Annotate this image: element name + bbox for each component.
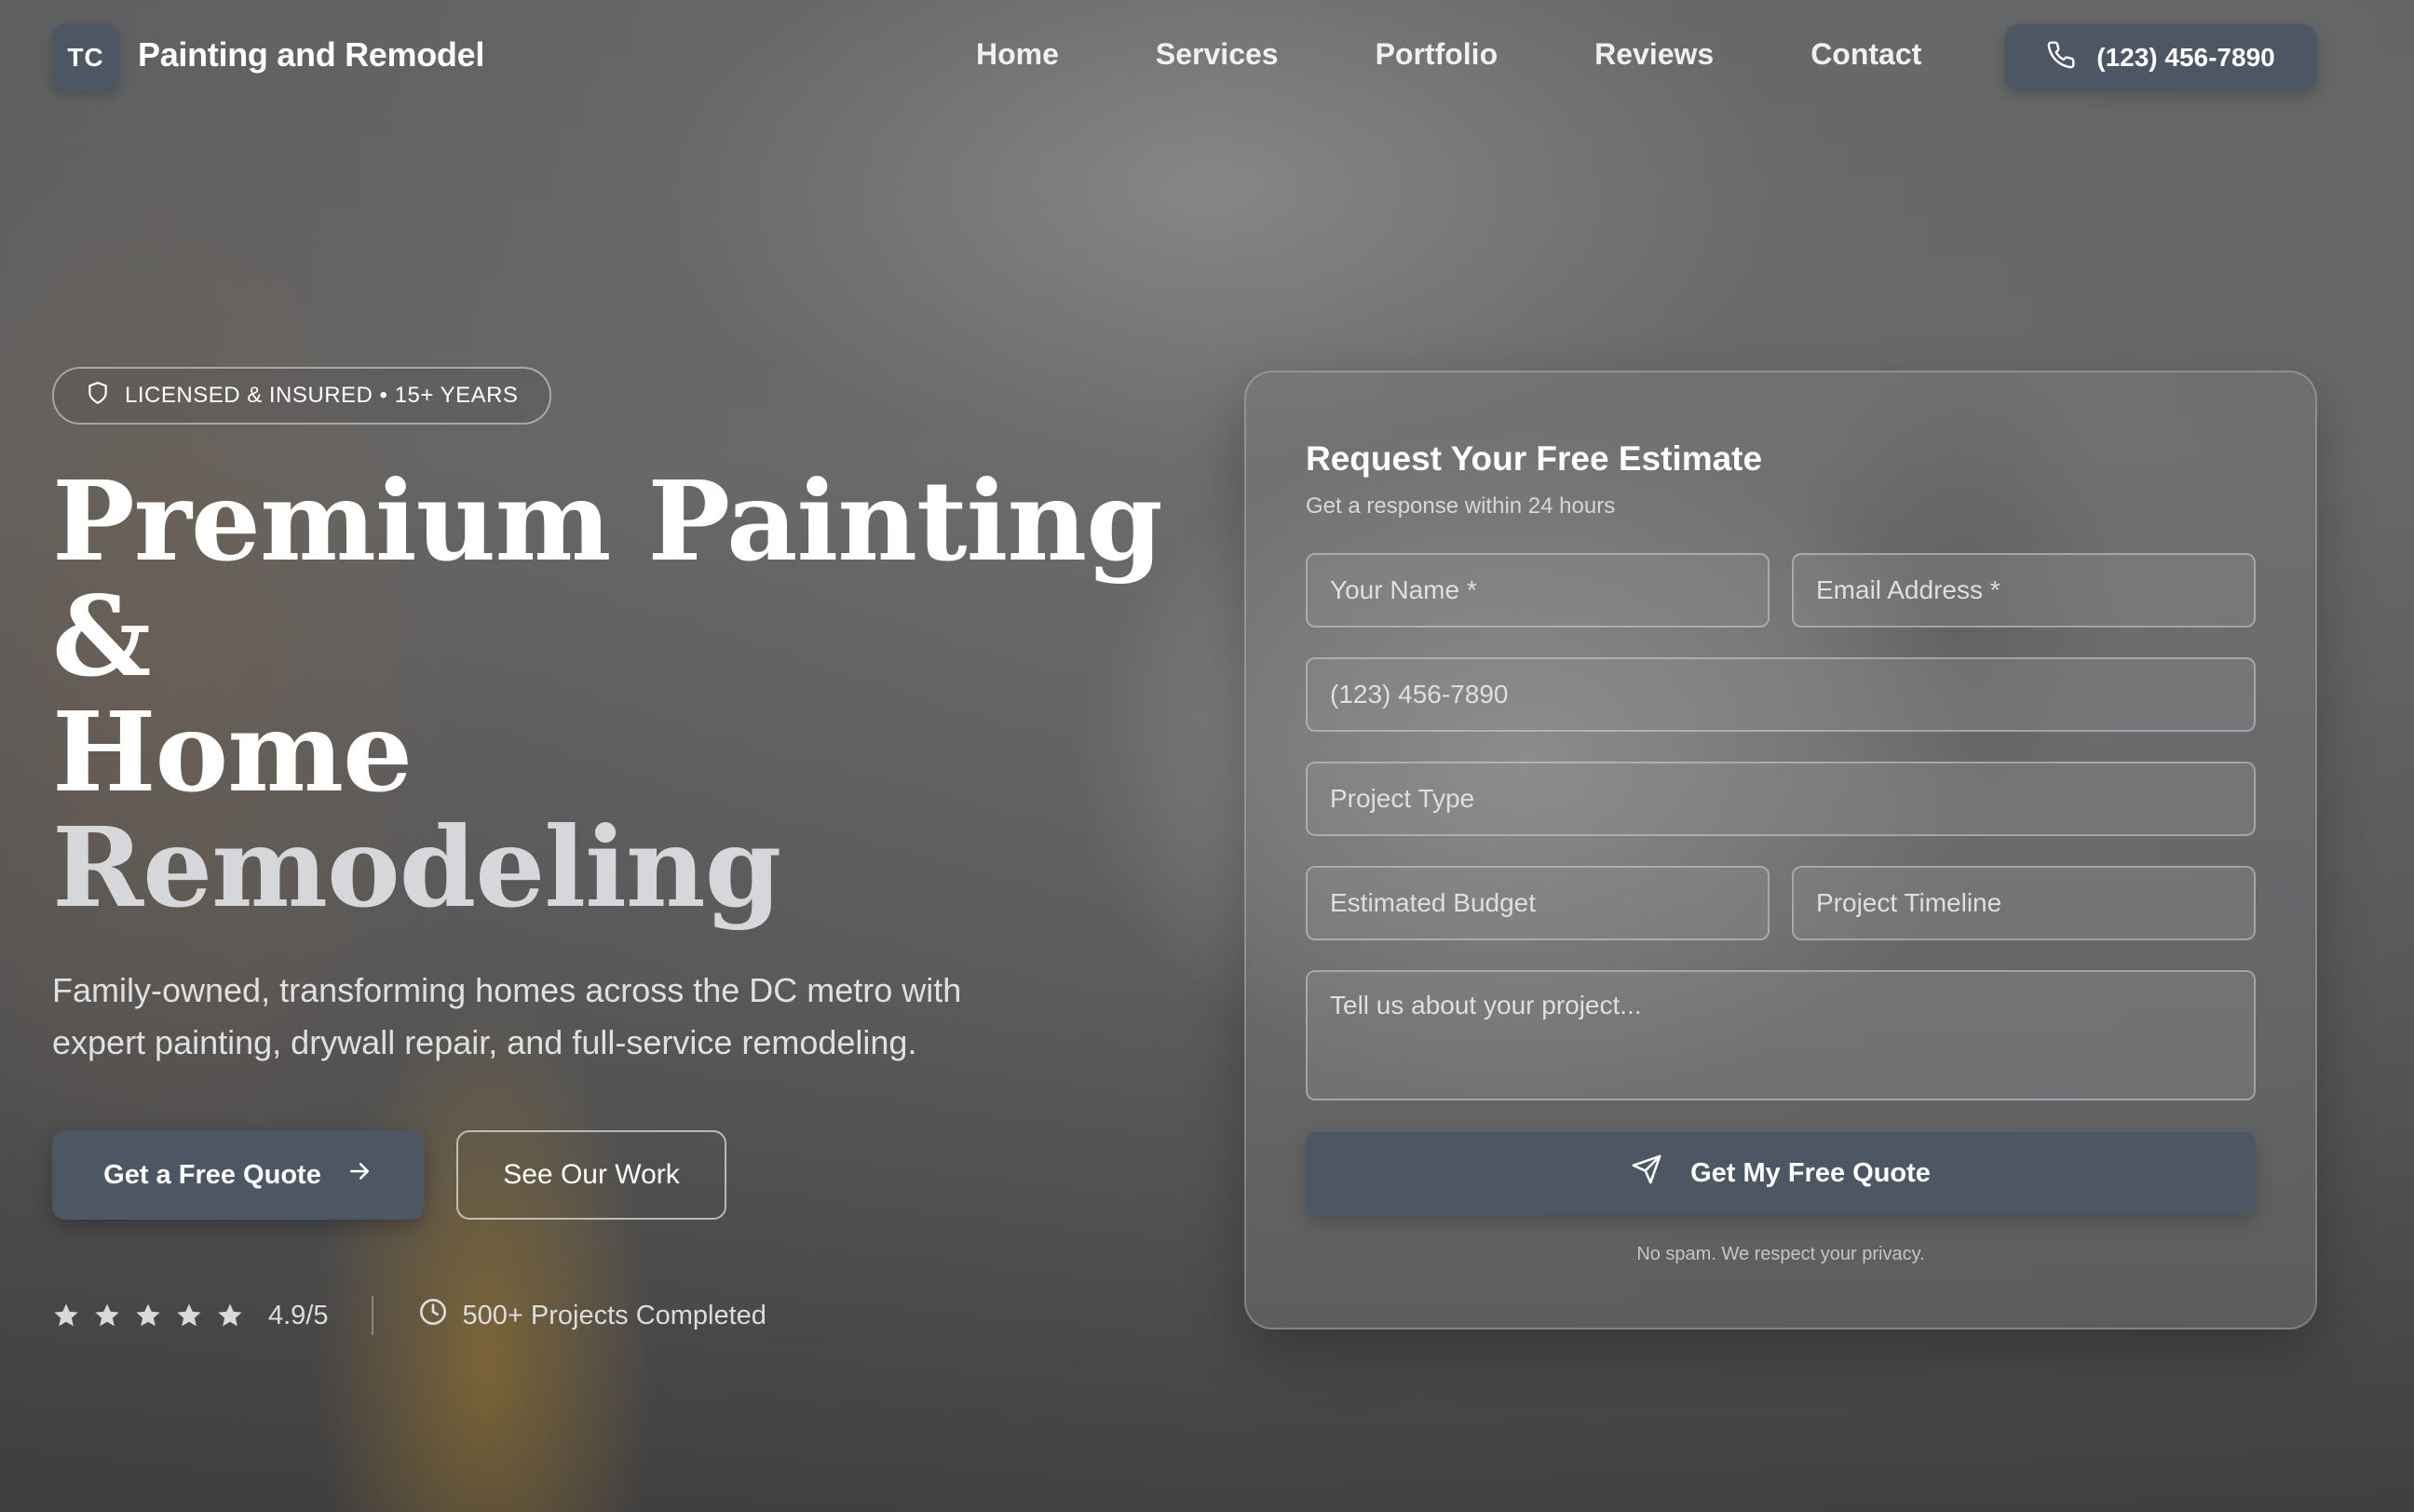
project-type-placeholder: Project Type xyxy=(1330,784,1475,813)
star-icon xyxy=(134,1302,162,1330)
stats-divider xyxy=(371,1296,373,1335)
name-placeholder: Your Name * xyxy=(1330,575,1477,604)
trust-badge: LICENSED & INSURED • 15+ YEARS xyxy=(52,367,552,425)
nav-home[interactable]: Home xyxy=(976,37,1059,72)
phone-number: (123) 456-7890 xyxy=(2096,43,2275,72)
clock-icon xyxy=(418,1297,448,1334)
main-nav: Home Services Portfolio Reviews Contact xyxy=(976,37,1921,72)
phone-button[interactable]: (123) 456-7890 xyxy=(2004,24,2317,91)
logo-badge[interactable]: TC xyxy=(52,24,119,91)
headline-line-4: Remodeling xyxy=(52,803,781,932)
name-input[interactable]: Your Name * xyxy=(1306,553,1770,628)
privacy-note: No spam. We respect your privacy. xyxy=(1636,1244,1925,1264)
timeline-select[interactable]: Project Timeline xyxy=(1792,866,2256,940)
project-type-select[interactable]: Project Type xyxy=(1306,762,2256,836)
projects-completed: 500+ Projects Completed xyxy=(418,1297,766,1334)
hero-headline: Premium Painting & Home Remodeling xyxy=(52,456,1163,932)
phone-icon xyxy=(2046,40,2076,76)
see-our-work-label: See Our Work xyxy=(503,1159,680,1190)
see-our-work-button[interactable]: See Our Work xyxy=(456,1130,726,1220)
headline-line-2: & xyxy=(52,572,152,701)
estimate-form-card: Request Your Free Estimate Get a respons… xyxy=(1244,371,2317,1330)
arrow-right-icon xyxy=(346,1157,373,1193)
headline-line-3: Home xyxy=(52,687,413,817)
star-icon xyxy=(93,1302,121,1330)
hero-description: Family-owned, transforming homes across … xyxy=(52,971,962,1061)
logo-initials: TC xyxy=(67,43,104,72)
hero-stats: 4.9/5 500+ Projects Completed xyxy=(52,1292,766,1339)
star-icon xyxy=(175,1302,203,1330)
nav-portfolio[interactable]: Portfolio xyxy=(1376,37,1499,72)
shield-icon xyxy=(86,381,110,412)
email-input[interactable]: Email Address * xyxy=(1792,553,2256,628)
get-free-quote-label: Get a Free Quote xyxy=(103,1159,321,1190)
nav-contact[interactable]: Contact xyxy=(1810,37,1921,72)
page: TC Painting and Remodel Home Services Po… xyxy=(0,0,2414,1512)
budget-placeholder: Estimated Budget xyxy=(1330,888,1537,917)
nav-services[interactable]: Services xyxy=(1156,37,1279,72)
form-subtitle: Get a response within 24 hours xyxy=(1306,493,1616,519)
timeline-placeholder: Project Timeline xyxy=(1816,888,2002,917)
star-icon xyxy=(216,1302,244,1330)
star-icon xyxy=(52,1302,80,1330)
rating-stars xyxy=(52,1302,244,1330)
email-placeholder: Email Address * xyxy=(1816,575,2000,604)
brand-name[interactable]: Painting and Remodel xyxy=(138,35,484,74)
project-details-placeholder: Tell us about your project... xyxy=(1330,991,1642,1019)
phone-input[interactable]: (123) 456-7890 xyxy=(1306,657,2256,732)
headline-line-1: Premium Painting xyxy=(52,456,1163,586)
project-details-textarea[interactable]: Tell us about your project... xyxy=(1306,970,2256,1100)
projects-completed-text: 500+ Projects Completed xyxy=(462,1300,766,1330)
submit-quote-label: Get My Free Quote xyxy=(1690,1157,1931,1188)
budget-select[interactable]: Estimated Budget xyxy=(1306,866,1770,940)
get-free-quote-button[interactable]: Get a Free Quote xyxy=(52,1130,425,1220)
phone-placeholder: (123) 456-7890 xyxy=(1330,680,1509,709)
rating-value: 4.9/5 xyxy=(268,1300,329,1330)
send-icon xyxy=(1631,1154,1662,1193)
submit-quote-button[interactable]: Get My Free Quote xyxy=(1306,1132,2256,1214)
nav-reviews[interactable]: Reviews xyxy=(1594,37,1714,72)
form-title: Request Your Free Estimate xyxy=(1306,439,1763,478)
trust-badge-text: LICENSED & INSURED • 15+ YEARS xyxy=(125,383,519,408)
